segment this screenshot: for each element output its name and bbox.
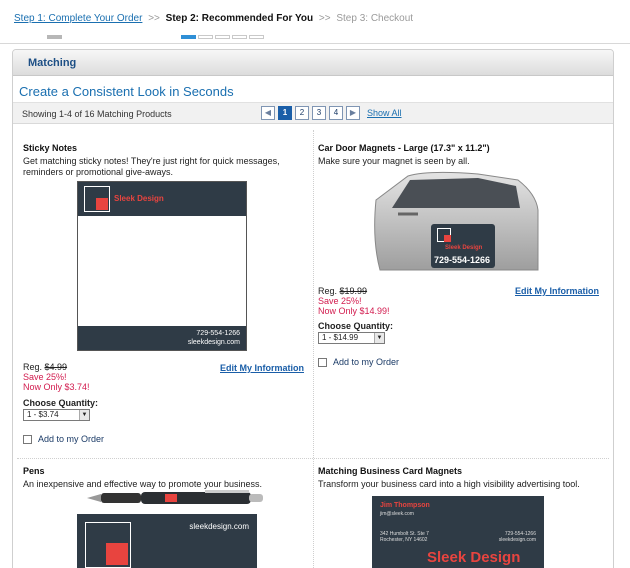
logo-frame-icon <box>85 522 131 568</box>
save-percent: Save 25%! <box>23 372 67 382</box>
business-card-image: Jim Thompson jim@sleek.com 342 Humbolt S… <box>372 496 544 568</box>
column-divider <box>313 130 314 568</box>
reg-price: $4.99 <box>44 362 68 372</box>
product-business-card-magnets: Matching Business Card Magnets Transform… <box>318 466 606 568</box>
door-magnet: Sleek Design 729-554-1266 <box>431 224 495 268</box>
steps-row: Step 1: Complete Your Order >> Step 2: R… <box>14 13 413 24</box>
sticky-notes-image: Sleek Design 729-554-1266 sleekdesign.co… <box>77 181 247 351</box>
next-page-icon[interactable]: ▶ <box>346 106 360 120</box>
product-title: Sticky Notes <box>23 143 78 153</box>
edit-my-information-link[interactable]: Edit My Information <box>220 363 304 373</box>
step-separator: >> <box>148 13 160 24</box>
step-3-label: Step 3: Checkout <box>336 13 414 24</box>
step-2-current: Step 2: Recommended For You <box>165 13 314 24</box>
step-2-progress <box>181 31 266 39</box>
add-to-order-row[interactable]: Add to my Order <box>23 434 104 444</box>
sticky-footer: 729-554-1266 sleekdesign.com <box>78 326 246 350</box>
quantity-label: Choose Quantity: <box>318 321 394 331</box>
results-count: Showing 1-4 of 16 Matching Products <box>22 109 172 119</box>
card-address: 342 Humbolt St. Ste 7 Rochester, NY 1460… <box>380 531 429 543</box>
regular-price: Reg. $4.99 <box>23 362 90 372</box>
matching-panel: Matching Create a Consistent Look in Sec… <box>12 49 614 568</box>
pen-card-image: sleekdesign.com <box>77 514 257 568</box>
panel-title: Matching <box>28 57 77 69</box>
quantity-value: 1 - $14.99 <box>322 333 359 342</box>
logo-square-icon <box>106 543 128 565</box>
reg-price: $19.99 <box>339 286 368 296</box>
product-car-door-magnets: Car Door Magnets - Large (17.3" x 11.2")… <box>318 143 606 453</box>
card-name: Jim Thompson <box>380 502 430 509</box>
show-all-link[interactable]: Show All <box>367 108 402 118</box>
product-description: Get matching sticky notes! They're just … <box>23 156 280 177</box>
pagination-bar: Showing 1-4 of 16 Matching Products ◀ 1 … <box>13 102 613 124</box>
panel-header: Matching <box>13 50 613 76</box>
card-site: sleekdesign.com <box>498 537 536 543</box>
logo-frame-icon <box>437 228 451 242</box>
quantity-value: 1 - $3.74 <box>27 410 59 419</box>
add-to-order-label: Add to my Order <box>333 357 400 367</box>
sticky-header: Sleek Design <box>78 182 246 216</box>
product-description: Make sure your magnet is seen by all. <box>318 156 470 166</box>
card-address-line-2: Rochester, NY 14602 <box>380 537 428 543</box>
step-1-link[interactable]: Step 1: Complete Your Order <box>14 13 142 24</box>
add-to-order-label: Add to my Order <box>38 434 105 444</box>
product-title: Pens <box>23 466 45 476</box>
page-3-button[interactable]: 3 <box>312 106 326 120</box>
page-4-button[interactable]: 4 <box>329 106 343 120</box>
card-email: jim@sleek.com <box>380 511 414 517</box>
quantity-select[interactable]: 1 - $3.74 ▼ <box>23 409 90 421</box>
brand-name: Sleek Design <box>114 194 164 203</box>
page-1-button[interactable]: 1 <box>278 106 292 120</box>
logo-square-icon <box>444 235 451 242</box>
quantity-label: Choose Quantity: <box>23 398 99 408</box>
pen-icon <box>87 490 263 504</box>
product-pens: Pens An inexpensive and effective way to… <box>23 466 308 568</box>
brand-site: sleekdesign.com <box>187 339 240 346</box>
price-block: Reg. $4.99 Save 25%! Now Only $3.74! <box>23 362 90 392</box>
pen-image <box>85 488 265 508</box>
card-brand: Sleek Design <box>427 549 521 566</box>
reg-label: Reg. <box>23 362 43 372</box>
brand-name: Sleek Design <box>445 245 483 251</box>
product-sticky-notes: Sticky Notes Get matching sticky notes! … <box>23 143 308 453</box>
step-separator: >> <box>318 13 331 24</box>
product-title: Matching Business Card Magnets <box>318 466 463 476</box>
step-1-progress <box>47 31 64 39</box>
edit-my-information-link[interactable]: Edit My Information <box>515 286 599 296</box>
product-description: Transform your business card into a high… <box>318 479 580 489</box>
logo-square-icon <box>96 198 108 210</box>
add-to-order-checkbox[interactable] <box>318 357 327 367</box>
panel-subtitle: Create a Consistent Look in Seconds <box>19 84 234 99</box>
card-contact: 729-554-1266 sleekdesign.com <box>499 531 536 543</box>
chevron-down-icon: ▼ <box>79 410 89 420</box>
add-to-order-row[interactable]: Add to my Order <box>318 357 399 367</box>
checkout-steps: Step 1: Complete Your Order >> Step 2: R… <box>0 0 630 44</box>
car-door-image: Sleek Design 729-554-1266 <box>368 170 548 275</box>
price-block: Reg. $19.99 Save 25%! Now Only $14.99! <box>318 286 390 316</box>
quantity-select[interactable]: 1 - $14.99 ▼ <box>318 332 385 344</box>
brand-site: sleekdesign.com <box>189 522 249 531</box>
brand-phone: 729-554-1266 <box>434 255 491 265</box>
regular-price: Reg. $19.99 <box>318 286 390 296</box>
chevron-down-icon: ▼ <box>374 333 384 343</box>
sale-price: Now Only $14.99! <box>318 306 390 316</box>
brand-phone: 729-554-1266 <box>196 330 240 337</box>
add-to-order-checkbox[interactable] <box>23 434 32 444</box>
product-title: Car Door Magnets - Large (17.3" x 11.2") <box>318 143 490 153</box>
prev-page-icon[interactable]: ◀ <box>261 106 275 120</box>
logo-frame-icon <box>84 186 110 212</box>
save-percent: Save 25%! <box>318 296 362 306</box>
sale-price: Now Only $3.74! <box>23 382 90 392</box>
reg-label: Reg. <box>318 286 338 296</box>
row-divider <box>17 458 609 459</box>
pager: ◀ 1 2 3 4 ▶ Show All <box>261 106 402 120</box>
page-2-button[interactable]: 2 <box>295 106 309 120</box>
